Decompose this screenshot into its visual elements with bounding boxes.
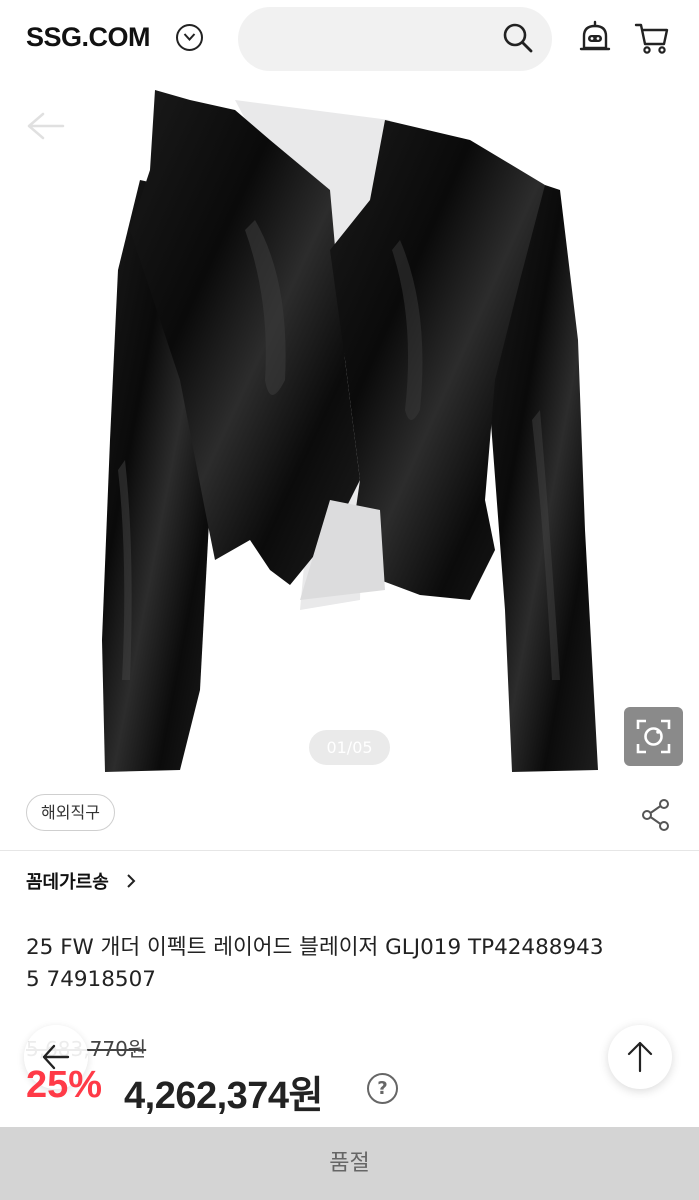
image-search-button[interactable] xyxy=(624,707,683,766)
product-title: 25 FW 개더 이펙트 레이어드 블레이저 GLJ019 TP42488943… xyxy=(26,935,604,992)
scroll-top-button[interactable] xyxy=(608,1025,672,1089)
bell-icon[interactable] xyxy=(578,20,612,56)
arrow-up-icon xyxy=(627,1041,653,1073)
divider xyxy=(0,850,699,851)
chevron-down-icon[interactable] xyxy=(176,24,203,51)
search-input[interactable] xyxy=(238,7,552,71)
page-indicator: 01/05 xyxy=(309,730,390,765)
brand-link[interactable]: 꼼데가르송 xyxy=(26,868,109,894)
question-icon[interactable]: ? xyxy=(367,1073,398,1104)
header: SSG.COM xyxy=(0,0,699,80)
soldout-button[interactable]: 품절 xyxy=(0,1127,699,1200)
camera-lens-icon xyxy=(636,719,671,754)
cart-icon[interactable] xyxy=(634,20,670,56)
site-logo[interactable]: SSG.COM xyxy=(26,22,151,53)
overseas-badge: 해외직구 xyxy=(26,794,115,831)
share-icon[interactable] xyxy=(640,798,672,832)
sale-price: 4,262,374원 xyxy=(124,1075,324,1117)
discount-rate: 25% xyxy=(26,1064,103,1106)
back-arrow-icon[interactable] xyxy=(25,110,65,142)
chevron-right-icon[interactable] xyxy=(125,872,137,890)
search-icon[interactable] xyxy=(502,22,534,54)
product-image-gallery[interactable]: 01/05 xyxy=(0,80,699,784)
product-image xyxy=(102,90,598,772)
